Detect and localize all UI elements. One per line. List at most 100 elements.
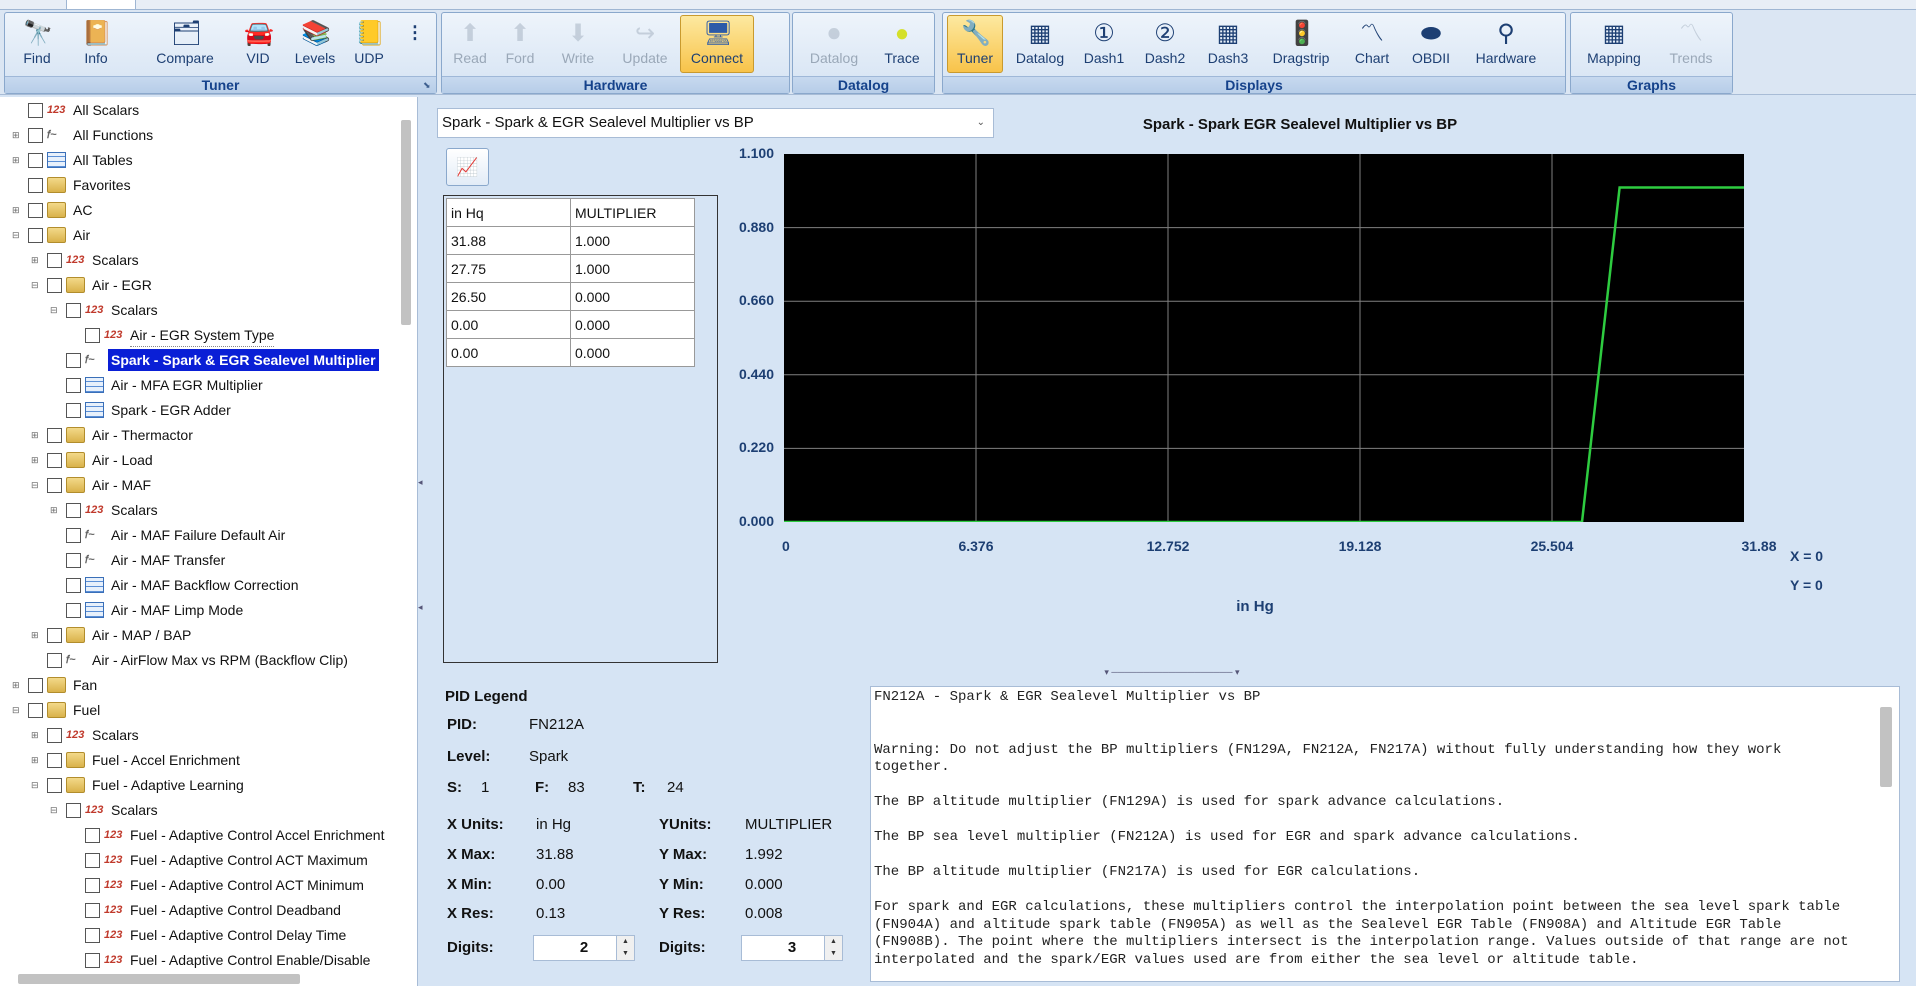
tree-item[interactable]: 123 Air - EGR System Type — [0, 324, 417, 347]
tree-item[interactable]: Favorites — [0, 174, 417, 196]
tree-item-checkbox[interactable] — [28, 703, 43, 718]
panel-splitter[interactable]: ◂ ◂ — [418, 97, 426, 986]
tree-item-checkbox[interactable] — [66, 578, 81, 593]
expand-icon[interactable]: ⊞ — [12, 206, 21, 215]
read-button[interactable]: ⬆ Read — [446, 15, 494, 73]
tree-item[interactable]: ⊞ AC — [0, 199, 417, 221]
tree-item[interactable]: 123 Fuel - Adaptive Control Accel Enrichm… — [0, 824, 417, 846]
trace-button[interactable]: ● Trace — [873, 15, 931, 73]
binary-button[interactable]: ⁝ — [393, 15, 437, 73]
write-button[interactable]: ⬇ Write — [546, 15, 610, 73]
collapse-icon[interactable]: ⊟ — [31, 281, 40, 290]
tree-item[interactable]: 𝑓~ Air - MAF Transfer — [0, 549, 417, 571]
obdii-button[interactable]: ⬬ OBDII — [1403, 15, 1459, 73]
tree-item-checkbox[interactable] — [28, 128, 43, 143]
tree-item[interactable]: ⊟ Air — [0, 224, 417, 246]
tree-item[interactable]: ⊞ 123 Scalars — [0, 249, 417, 271]
levels-button[interactable]: 📚 Levels — [287, 15, 343, 73]
function-selector[interactable]: Spark - Spark & EGR Sealevel Multiplier … — [437, 108, 994, 138]
table-cell[interactable]: 31.88 — [446, 226, 571, 255]
tree-item[interactable]: Air - MFA EGR Multiplier — [0, 374, 417, 396]
tree-item-checkbox[interactable] — [66, 353, 81, 368]
tree-item-checkbox[interactable] — [28, 678, 43, 693]
expand-icon[interactable]: ⊞ — [31, 631, 40, 640]
tree-item-checkbox[interactable] — [47, 278, 62, 293]
tree-item-checkbox[interactable] — [85, 903, 100, 918]
trends-button[interactable]: 〽 Trends — [1655, 15, 1727, 73]
tree-item[interactable]: ⊟ Fuel - Adaptive Learning — [0, 774, 417, 796]
tree-item-checkbox[interactable] — [85, 928, 100, 943]
tree-item-checkbox[interactable] — [85, 853, 100, 868]
chart-button[interactable]: 〽 Chart — [1343, 15, 1401, 73]
tree-item[interactable]: ⊞ Fan — [0, 674, 417, 696]
expand-icon[interactable]: ⊞ — [31, 256, 40, 265]
expand-icon[interactable]: ⊞ — [12, 131, 21, 140]
tree-item-checkbox[interactable] — [28, 153, 43, 168]
tree-item[interactable]: Air - MAF Limp Mode — [0, 599, 417, 621]
tree-item-checkbox[interactable] — [66, 803, 81, 818]
tree-item-checkbox[interactable] — [85, 878, 100, 893]
tree-item-checkbox[interactable] — [66, 403, 81, 418]
collapse-icon[interactable]: ⊟ — [12, 231, 21, 240]
tree-item[interactable]: 123 All Scalars — [0, 99, 417, 121]
tree-item-checkbox[interactable] — [28, 228, 43, 243]
table-cell[interactable]: 1.000 — [570, 226, 695, 255]
table-cell[interactable]: 27.75 — [446, 254, 571, 283]
pid-description-text[interactable]: FN212A - Spark & EGR Sealevel Multiplier… — [870, 686, 1900, 982]
tree-item[interactable]: Air - MAF Backflow Correction — [0, 574, 417, 596]
tree-item-checkbox[interactable] — [28, 103, 43, 118]
update-button[interactable]: ↪ Update — [612, 15, 678, 73]
tree-item[interactable]: ⊟ Air - EGR — [0, 274, 417, 296]
udp-button[interactable]: 📒 UDP — [349, 15, 389, 73]
find-button[interactable]: 🔭 Find — [11, 15, 63, 73]
table-cell[interactable]: 0.000 — [570, 338, 695, 367]
expand-icon[interactable]: ⊞ — [31, 756, 40, 765]
info-button[interactable]: 📔 Info — [67, 15, 125, 73]
tree-vertical-scrollbar[interactable] — [401, 120, 411, 325]
tree-item-checkbox[interactable] — [66, 528, 81, 543]
tree-item[interactable]: 123 Fuel - Adaptive Control Enable/Disabl… — [0, 949, 417, 971]
tree-item-checkbox[interactable] — [28, 178, 43, 193]
tree-item-checkbox[interactable] — [66, 378, 81, 393]
connect-button[interactable]: 🖥 Connect — [680, 15, 754, 73]
tree-item[interactable]: Spark - EGR Adder — [0, 399, 417, 421]
dash3-button[interactable]: ▦ Dash3 — [1197, 15, 1259, 73]
tree-item-checkbox[interactable] — [47, 728, 62, 743]
hardware-button[interactable]: ⚲ Hardware — [1461, 15, 1551, 73]
chart-plot-area[interactable] — [783, 154, 1745, 524]
tree-item[interactable]: ⊟ Fuel — [0, 699, 417, 721]
expand-icon[interactable]: ⊞ — [50, 506, 59, 515]
table-cell[interactable]: 0.00 — [446, 310, 571, 339]
tuner-button[interactable]: 🔧 Tuner — [947, 15, 1003, 73]
tree-item[interactable]: ⊞ 123 Scalars — [0, 724, 417, 746]
tree-item[interactable]: 123 Fuel - Adaptive Control Delay Time — [0, 924, 417, 946]
table-cell[interactable]: 0.00 — [446, 338, 571, 367]
dialog-launcher-icon[interactable]: ⬊ — [423, 80, 433, 90]
tree-item[interactable]: ⊞ Air - Load — [0, 449, 417, 471]
horizontal-splitter[interactable]: ▾ ─────────────────── ▾ — [1098, 667, 1246, 677]
tree-item-checkbox[interactable] — [47, 478, 62, 493]
x-digits-stepper[interactable]: 2 ▲ ▼ — [533, 935, 635, 961]
dash1-button[interactable]: ① Dash1 — [1075, 15, 1133, 73]
tree-item[interactable]: 𝑓~ Air - MAF Failure Default Air — [0, 524, 417, 546]
dragstrip-button[interactable]: 🚦 Dragstrip — [1261, 15, 1341, 73]
ford-button[interactable]: ⬆ Ford — [496, 15, 544, 73]
datalog-button[interactable]: ⏺ Datalog — [797, 15, 871, 73]
expand-icon[interactable]: ⊞ — [31, 431, 40, 440]
tree-item[interactable]: 𝑓~ Spark - Spark & EGR Sealevel Multiplie… — [0, 349, 417, 371]
tree-item[interactable]: 𝑓~ Air - AirFlow Max vs RPM (Backflow Cli… — [0, 649, 417, 671]
dash2-button[interactable]: ② Dash2 — [1135, 15, 1195, 73]
description-scrollbar[interactable] — [1880, 707, 1892, 787]
tree-item-checkbox[interactable] — [47, 253, 62, 268]
tree-item-checkbox[interactable] — [85, 828, 100, 843]
collapse-icon[interactable]: ⊟ — [50, 306, 59, 315]
table-cell[interactable]: 26.50 — [446, 282, 571, 311]
tree-horizontal-scrollbar[interactable] — [18, 974, 300, 984]
y-digits-stepper[interactable]: 3 ▲ ▼ — [741, 935, 843, 961]
tree-item-checkbox[interactable] — [66, 503, 81, 518]
parameter-tree[interactable]: 123 All Scalars ⊞ 𝑓~ All Functions ⊞ All Table… — [0, 97, 418, 986]
expand-icon[interactable]: ⊞ — [12, 156, 21, 165]
tree-item-checkbox[interactable] — [47, 653, 62, 668]
tree-item[interactable]: 123 Fuel - Adaptive Control Deadband — [0, 899, 417, 921]
collapse-icon[interactable]: ⊟ — [31, 481, 40, 490]
